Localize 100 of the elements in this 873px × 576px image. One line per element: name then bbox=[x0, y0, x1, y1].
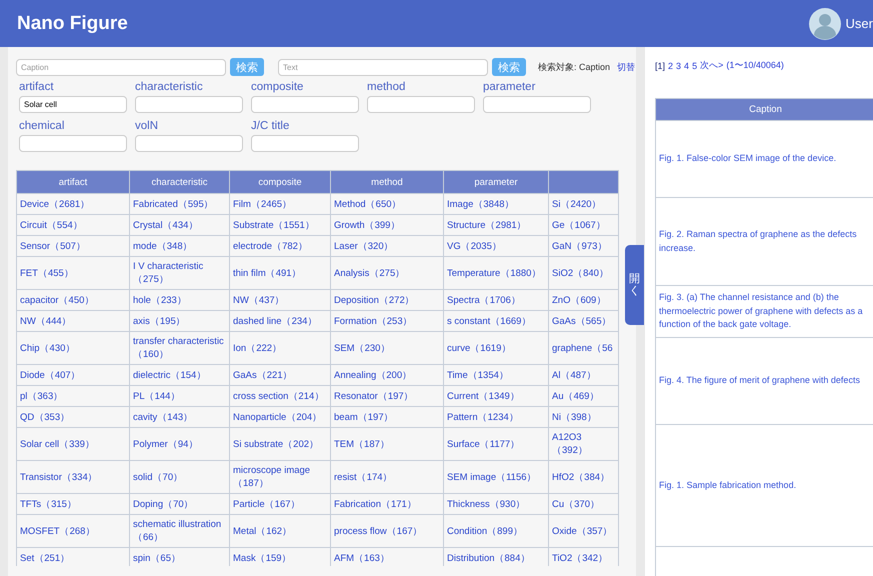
term-link[interactable]: Annealing（200） bbox=[330, 364, 444, 386]
term-link[interactable]: Thickness（930） bbox=[444, 494, 548, 514]
term-link[interactable]: axis（195） bbox=[130, 310, 230, 332]
term-link[interactable]: Nanoparticle（204） bbox=[230, 406, 330, 428]
term-link[interactable]: Method（650） bbox=[330, 194, 444, 214]
term-link[interactable]: SiO2（840） bbox=[548, 256, 618, 290]
term-link[interactable]: Cu（370） bbox=[548, 494, 618, 514]
term-link[interactable]: Fabricated（595） bbox=[130, 194, 230, 214]
filter-field[interactable]: Solar cell bbox=[19, 96, 127, 113]
term-link[interactable]: dielectric（154） bbox=[130, 364, 230, 386]
term-link[interactable]: Al（487） bbox=[548, 364, 618, 386]
term-link[interactable]: resist（174） bbox=[330, 460, 444, 494]
term-link[interactable]: Si substrate（202） bbox=[230, 428, 330, 460]
term-link[interactable]: microscope image（187） bbox=[230, 460, 330, 494]
term-link[interactable]: cross section（214） bbox=[230, 386, 330, 406]
filter-field[interactable] bbox=[19, 135, 127, 152]
term-link[interactable]: Film（2465） bbox=[230, 194, 330, 214]
open-panel-tab[interactable]: 開く bbox=[625, 245, 644, 325]
term-link[interactable]: FET（455） bbox=[16, 256, 130, 290]
term-link[interactable]: cavity（143） bbox=[130, 406, 230, 428]
term-link[interactable]: TFTs（315） bbox=[16, 494, 130, 514]
term-link[interactable]: schematic illustration（66） bbox=[130, 514, 230, 548]
term-link[interactable]: transfer characteristic（160） bbox=[130, 332, 230, 364]
term-link[interactable]: Resonator（197） bbox=[330, 386, 444, 406]
term-link[interactable]: Ge（1067） bbox=[548, 214, 618, 236]
term-link[interactable]: NW（444） bbox=[16, 310, 130, 332]
term-link[interactable]: Sensor（507） bbox=[16, 236, 130, 256]
term-link[interactable]: Device（2681） bbox=[16, 194, 130, 214]
filter-field[interactable] bbox=[135, 96, 243, 113]
term-link[interactable]: beam（197） bbox=[330, 406, 444, 428]
term-link[interactable]: Ni（398） bbox=[548, 406, 618, 428]
term-link[interactable]: Condition（899） bbox=[444, 514, 548, 548]
term-link[interactable]: Laser（320） bbox=[330, 236, 444, 256]
term-link[interactable]: solid（70） bbox=[130, 460, 230, 494]
page-link[interactable]: 5 bbox=[692, 60, 698, 70]
term-link[interactable]: Chip（430） bbox=[16, 332, 130, 364]
page-link[interactable]: 3 bbox=[676, 60, 682, 70]
term-link[interactable]: Set（251） bbox=[16, 548, 130, 566]
term-link[interactable]: I V characteristic（275） bbox=[130, 256, 230, 290]
term-link[interactable]: capacitor（450） bbox=[16, 290, 130, 310]
term-link[interactable]: Particle（167） bbox=[230, 494, 330, 514]
term-link[interactable]: Ion（222） bbox=[230, 332, 330, 364]
term-link[interactable]: Deposition（272） bbox=[330, 290, 444, 310]
filter-field[interactable] bbox=[483, 96, 591, 113]
term-link[interactable]: Spectra（1706） bbox=[444, 290, 548, 310]
term-link[interactable]: PL（144） bbox=[130, 386, 230, 406]
caption-link[interactable]: Fig. 1. Sample fabrication method. bbox=[656, 424, 873, 546]
term-link[interactable]: QD（353） bbox=[16, 406, 130, 428]
term-link[interactable]: Fabrication（171） bbox=[330, 494, 444, 514]
term-link[interactable]: Analysis（275） bbox=[330, 256, 444, 290]
term-link[interactable]: A12O3（392） bbox=[548, 428, 618, 460]
term-link[interactable]: curve（1619） bbox=[444, 332, 548, 364]
term-link[interactable]: ZnO（609） bbox=[548, 290, 618, 310]
term-link[interactable]: Pattern（1234） bbox=[444, 406, 548, 428]
caption-search-field[interactable]: Caption bbox=[16, 58, 226, 76]
page-link[interactable]: [1] bbox=[655, 60, 666, 70]
caption-link[interactable]: Fig. 1. False-color SEM image of the device. bbox=[656, 120, 873, 198]
term-link[interactable]: s constant（1669） bbox=[444, 310, 548, 332]
term-link[interactable]: HfO2（384） bbox=[548, 460, 618, 494]
term-link[interactable]: Doping（70） bbox=[130, 494, 230, 514]
filter-field[interactable] bbox=[367, 96, 475, 113]
term-link[interactable]: Structure（2981） bbox=[444, 214, 548, 236]
term-link[interactable]: Surface（1177） bbox=[444, 428, 548, 460]
term-link[interactable]: Formation（253） bbox=[330, 310, 444, 332]
term-link[interactable]: Au（469） bbox=[548, 386, 618, 406]
term-link[interactable]: GaN（973） bbox=[548, 236, 618, 256]
term-link[interactable]: SEM（230） bbox=[330, 332, 444, 364]
next-page-link[interactable]: 次へ> bbox=[700, 59, 724, 72]
term-link[interactable]: Circuit（554） bbox=[16, 214, 130, 236]
term-link[interactable]: NW（437） bbox=[230, 290, 330, 310]
term-link[interactable]: mode（348） bbox=[130, 236, 230, 256]
filter-field[interactable] bbox=[251, 135, 359, 152]
term-link[interactable]: Diode（407） bbox=[16, 364, 130, 386]
term-link[interactable]: GaAs（221） bbox=[230, 364, 330, 386]
term-link[interactable]: VG（2035） bbox=[444, 236, 548, 256]
term-link[interactable]: Transistor（334） bbox=[16, 460, 130, 494]
filter-field[interactable] bbox=[251, 96, 359, 113]
term-link[interactable]: electrode（782） bbox=[230, 236, 330, 256]
page-link[interactable]: 4 bbox=[684, 60, 690, 70]
term-link[interactable]: Time（1354） bbox=[444, 364, 548, 386]
term-link[interactable]: Metal（162） bbox=[230, 514, 330, 548]
term-link[interactable]: process flow（167） bbox=[330, 514, 444, 548]
term-link[interactable]: dashed line（234） bbox=[230, 310, 330, 332]
term-link[interactable]: Polymer（94） bbox=[130, 428, 230, 460]
term-link[interactable]: TEM（187） bbox=[330, 428, 444, 460]
caption-link[interactable]: Fig. 4. The figure of merit of graphene with defects bbox=[656, 338, 873, 424]
term-link[interactable]: Si（2420） bbox=[548, 194, 618, 214]
term-link[interactable]: Image（3848） bbox=[444, 194, 548, 214]
term-link[interactable]: Solar cell（339） bbox=[16, 428, 130, 460]
term-link[interactable]: Growth（399） bbox=[330, 214, 444, 236]
filter-field[interactable] bbox=[135, 135, 243, 152]
page-link[interactable]: 2 bbox=[668, 60, 674, 70]
term-link[interactable]: thin film（491） bbox=[230, 256, 330, 290]
term-link[interactable]: GaAs（565） bbox=[548, 310, 618, 332]
term-link[interactable]: MOSFET（268） bbox=[16, 514, 130, 548]
term-link[interactable]: pl（363） bbox=[16, 386, 130, 406]
term-link[interactable]: Substrate（1551） bbox=[230, 214, 330, 236]
text-search-field[interactable]: Text bbox=[278, 58, 488, 76]
caption-link[interactable]: Fig. 3. (a) The channel resistance and (b) the thermoelectric power of graphene with defects as a function of the back gate voltage. bbox=[656, 286, 873, 338]
user-name[interactable]: User bbox=[846, 16, 873, 31]
